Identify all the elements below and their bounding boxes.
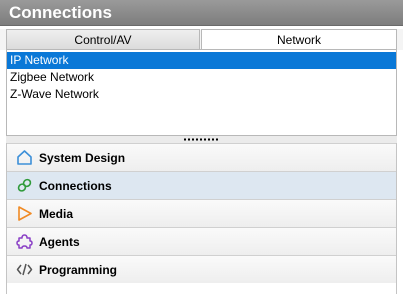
nav-item-agents[interactable]: Agents	[7, 227, 396, 255]
nav-item-label: Programming	[39, 263, 118, 277]
list-item-zigbee-network[interactable]: Zigbee Network	[7, 69, 396, 86]
panel-title: Connections	[9, 3, 112, 22]
navigation-menu: System Design Connections Media Agents P…	[6, 143, 397, 294]
code-icon	[16, 261, 33, 278]
nav-item-label: Agents	[39, 235, 80, 249]
link-icon	[16, 177, 33, 194]
nav-item-system-design[interactable]: System Design	[7, 143, 396, 171]
tab-network[interactable]: Network	[201, 29, 397, 50]
house-icon	[16, 149, 33, 166]
network-list[interactable]: IP Network Zigbee Network Z-Wave Network	[6, 49, 397, 136]
nav-item-connections[interactable]: Connections	[7, 171, 396, 199]
nav-item-label: Connections	[39, 179, 112, 193]
play-icon	[16, 205, 33, 222]
list-item-zwave-network[interactable]: Z-Wave Network	[7, 86, 396, 103]
nav-item-label: System Design	[39, 151, 126, 165]
list-item-ip-network[interactable]: IP Network	[7, 52, 396, 69]
nav-item-media[interactable]: Media	[7, 199, 396, 227]
splitter-grip-icon[interactable]	[183, 138, 219, 141]
tab-bar: Control/AV Network	[0, 29, 403, 50]
panel-titlebar: Connections	[0, 0, 403, 26]
puzzle-icon	[16, 233, 33, 250]
nav-item-label: Media	[39, 207, 74, 221]
nav-item-programming[interactable]: Programming	[7, 255, 396, 283]
splitter[interactable]	[6, 136, 397, 143]
tab-control-av[interactable]: Control/AV	[6, 29, 200, 50]
